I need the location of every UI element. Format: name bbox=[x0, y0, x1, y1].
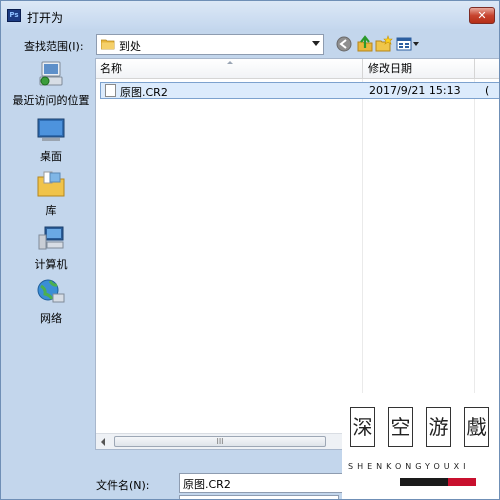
place-label: 桌面 bbox=[40, 150, 62, 163]
places-bar: 最近访问的位置 桌面 库 计算机 网络 bbox=[7, 59, 95, 439]
look-in-value: 到处 bbox=[119, 40, 141, 53]
libraries-icon bbox=[37, 171, 65, 197]
place-label: 计算机 bbox=[34, 258, 68, 271]
look-in-label: 查找范围(I): bbox=[24, 40, 84, 53]
place-libraries[interactable]: 库 bbox=[7, 169, 95, 218]
place-label: 最近访问的位置 bbox=[12, 94, 90, 107]
place-label: 网络 bbox=[40, 312, 62, 325]
place-network[interactable]: 网络 bbox=[7, 277, 95, 326]
view-dropdown-arrow-icon[interactable] bbox=[413, 42, 419, 46]
list-header: 名称 修改日期 bbox=[96, 59, 499, 79]
file-name-label: 文件名(N): bbox=[96, 479, 150, 492]
file-modified: 2017/9/21 15:13 bbox=[369, 84, 461, 97]
watermark-char: 空 bbox=[388, 407, 413, 447]
open-as-dialog: Ps 打开为 ✕ 查找范围(I): 到处 最近访问的位置 桌面 库 计算机 网络… bbox=[0, 0, 500, 500]
close-button[interactable]: ✕ bbox=[469, 7, 495, 24]
column-header-modified[interactable]: 修改日期 bbox=[364, 59, 474, 79]
look-in-dropdown[interactable]: 到处 bbox=[96, 34, 324, 55]
column-divider[interactable] bbox=[362, 59, 363, 79]
desktop-icon bbox=[37, 118, 65, 141]
photoshop-app-icon: Ps bbox=[7, 9, 21, 22]
chevron-down-icon bbox=[312, 41, 320, 46]
scrollbar-thumb[interactable]: III bbox=[114, 436, 326, 447]
file-icon bbox=[105, 84, 116, 97]
folder-icon bbox=[101, 39, 115, 50]
new-folder-icon[interactable] bbox=[375, 35, 393, 53]
watermark-char: 深 bbox=[350, 407, 375, 447]
watermark-logo: 深 空 游 戲 SHENKONGYOUXI bbox=[342, 393, 499, 499]
file-list[interactable]: 名称 修改日期 原图.CR2 2017/9/21 15:13 ( III bbox=[95, 58, 499, 450]
watermark-char: 戲 bbox=[464, 407, 489, 447]
file-type-truncated: ( bbox=[485, 84, 490, 97]
place-computer[interactable]: 计算机 bbox=[7, 223, 95, 272]
file-row[interactable]: 原图.CR2 2017/9/21 15:13 ( bbox=[100, 82, 499, 99]
file-name-input[interactable]: 原图.CR2 bbox=[179, 473, 359, 493]
network-icon bbox=[37, 279, 65, 303]
file-type-dropdown[interactable] bbox=[179, 495, 339, 499]
file-name: 原图.CR2 bbox=[120, 86, 168, 99]
scroll-left-icon[interactable] bbox=[101, 438, 105, 446]
back-icon[interactable] bbox=[335, 35, 353, 53]
place-label: 库 bbox=[45, 204, 57, 217]
place-recent[interactable]: 最近访问的位置 bbox=[7, 59, 95, 108]
computer-icon bbox=[38, 226, 64, 250]
title-bar: Ps 打开为 ✕ bbox=[1, 1, 499, 29]
dialog-title: 打开为 bbox=[27, 11, 64, 25]
column-divider[interactable] bbox=[474, 59, 475, 79]
watermark-bar bbox=[400, 478, 448, 486]
sort-ascending-icon bbox=[227, 61, 233, 64]
recent-places-icon bbox=[39, 61, 63, 86]
view-menu-icon[interactable] bbox=[395, 35, 413, 53]
watermark-subtitle: SHENKONGYOUXI bbox=[348, 462, 470, 471]
watermark-bar-accent bbox=[448, 478, 476, 486]
watermark-char: 游 bbox=[426, 407, 451, 447]
place-desktop[interactable]: 桌面 bbox=[7, 115, 95, 164]
up-folder-icon[interactable] bbox=[356, 35, 374, 53]
